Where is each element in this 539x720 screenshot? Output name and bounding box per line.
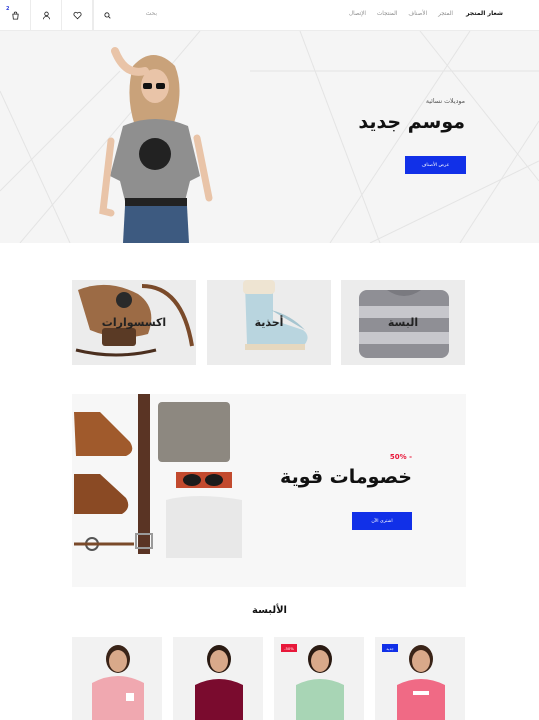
cart-button[interactable]: 2 (0, 0, 31, 31)
search-placeholder: بحث (145, 10, 157, 17)
hero-title: موسم جديد (358, 111, 465, 133)
category-label: أحذية (254, 316, 284, 329)
product-image-burgundy-tshirt (195, 645, 243, 720)
category-card-clothing[interactable]: البسة (341, 280, 465, 365)
category-label: اكسسوارات (101, 316, 167, 329)
main-nav: المتجر الأصناف المنتجات الإتصال (349, 11, 453, 17)
promo-banner: 50% - خصومات قوية اشتري الآن (72, 394, 466, 587)
discount-badge: 50% - (389, 453, 412, 461)
category-card-shoes[interactable]: أحذية (207, 280, 331, 365)
shopping-bag-icon (11, 11, 19, 20)
cart-count-badge: 2 (6, 6, 10, 12)
search-input[interactable]: بحث (93, 0, 165, 31)
product-card[interactable]: جديد (375, 637, 465, 720)
account-button[interactable] (31, 0, 62, 31)
user-icon (42, 11, 50, 20)
wishlist-button[interactable] (62, 0, 93, 31)
product-image-mint-tshirt (296, 645, 344, 720)
nav-item-contact[interactable]: الإتصال (349, 11, 366, 17)
search-icon (104, 12, 111, 19)
hero-background-pattern (0, 31, 539, 243)
store-logo[interactable]: شعار المتجر (466, 10, 503, 17)
nav-item-categories[interactable]: الأصناف (408, 11, 427, 17)
view-categories-button[interactable]: عرض الأصناف (405, 156, 466, 174)
promo-title: خصومات قوية (280, 466, 412, 488)
hero-model-image (99, 47, 213, 243)
promo-flatlay-image (74, 394, 242, 558)
product-image-pink-tshirt (397, 645, 445, 720)
product-image-pink-hoodie (92, 645, 144, 720)
nav-item-store[interactable]: المتجر (438, 11, 453, 17)
product-card[interactable] (173, 637, 263, 720)
hero-banner: موديلات نسائية موسم جديد عرض الأصناف (0, 31, 539, 243)
category-label: البسة (387, 316, 419, 329)
nav-item-products[interactable]: المنتجات (377, 11, 397, 17)
product-card[interactable] (72, 637, 162, 720)
site-header: 2 بحث المتجر الأصناف المنتجات الإتصال شع… (0, 0, 539, 31)
hero-subtitle: موديلات نسائية (425, 98, 465, 105)
shop-now-button[interactable]: اشتري الآن (352, 512, 412, 530)
category-card-accessories[interactable]: اكسسوارات (72, 280, 196, 365)
heart-icon (72, 11, 82, 20)
section-title-clothing: الألبسة (252, 605, 287, 616)
product-card[interactable]: -50% (274, 637, 364, 720)
